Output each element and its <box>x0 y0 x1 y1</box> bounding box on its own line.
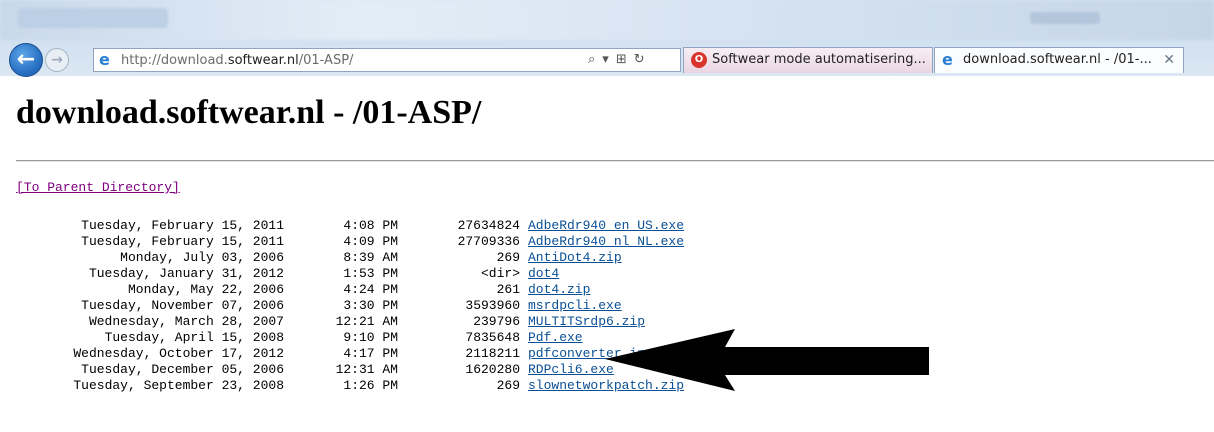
compatibility-view-icon[interactable]: ⊞ <box>616 52 627 67</box>
file-time: 3:30 PM <box>343 298 398 313</box>
file-size: 27709336 <box>457 234 520 249</box>
file-time: 4:08 PM <box>343 218 398 233</box>
file-link[interactable]: RDPcli6.exe <box>528 362 614 377</box>
ie-icon: e <box>99 50 110 69</box>
forward-arrow-icon: → <box>51 52 63 68</box>
url-path: /01-ASP/ <box>298 53 354 68</box>
file-size: 3593960 <box>465 298 520 313</box>
file-date: Monday, July 03, 2006 <box>120 250 284 265</box>
url-domain: softwear.nl <box>227 53 299 68</box>
address-bar[interactable]: e http://download.softwear.nl/01-ASP/ ⌕ ▾… <box>93 48 681 72</box>
dropdown-icon[interactable]: ▾ <box>602 52 609 67</box>
close-icon[interactable]: ✕ <box>1163 48 1175 72</box>
file-time: 4:24 PM <box>343 282 398 297</box>
file-date: Monday, May 22, 2006 <box>127 282 284 297</box>
listing-row: Tuesday, February 15, 2011 4:08 PM 2763482… <box>16 218 739 234</box>
listing-row: Tuesday, February 15, 2011 4:09 PM 2770933… <box>16 234 739 250</box>
annotation-arrow <box>605 329 929 391</box>
file-date: Tuesday, April 15, 2008 <box>104 330 284 345</box>
arrow-shape <box>605 329 929 391</box>
file-link[interactable]: AntiDot4.zip <box>528 250 622 265</box>
address-tools: ⌕ ▾ ⊞ ↻ <box>588 52 652 68</box>
listing-row: Monday, May 22, 2006 4:24 PM 261 dot4.zip <box>16 282 739 298</box>
tab-label: download.softwear.nl - /01-... <box>963 52 1152 67</box>
refresh-icon[interactable]: ↻ <box>634 52 645 67</box>
ie-icon: e <box>942 50 953 69</box>
file-size: 27634824 <box>457 218 520 233</box>
address-url[interactable]: http://download.softwear.nl/01-ASP/ <box>121 53 353 68</box>
title-bar-blurred-label <box>18 8 168 28</box>
back-button[interactable]: ← <box>9 43 43 77</box>
file-date: Tuesday, February 15, 2011 <box>81 218 284 233</box>
page-title: download.softwear.nl - /01-ASP/ <box>16 94 482 131</box>
back-arrow-icon: ← <box>16 47 36 72</box>
browser-chrome: ← → e http://download.softwear.nl/01-ASP… <box>0 0 1214 77</box>
file-link[interactable]: dot4 <box>528 266 559 281</box>
file-date: Tuesday, December 05, 2006 <box>81 362 284 377</box>
listing-row: Tuesday, January 31, 2012 1:53 PM <dir> dot… <box>16 266 739 282</box>
file-size: 261 <box>496 282 520 297</box>
file-time: 12:21 AM <box>335 314 398 329</box>
file-date: Tuesday, January 31, 2012 <box>88 266 284 281</box>
file-date: Tuesday, February 15, 2011 <box>81 234 284 249</box>
file-date: Tuesday, September 23, 2008 <box>73 378 284 393</box>
file-size: 269 <box>496 378 520 393</box>
file-date: Wednesday, October 17, 2012 <box>73 346 284 361</box>
forward-button[interactable]: → <box>45 48 69 72</box>
title-bar <box>0 0 1214 40</box>
parent-directory-link[interactable]: [To Parent Directory] <box>16 180 180 196</box>
tab-download[interactable]: e download.softwear.nl - /01-... ✕ <box>934 47 1184 73</box>
file-time: 4:17 PM <box>343 346 398 361</box>
file-link[interactable]: msrdpcli.exe <box>528 298 622 313</box>
file-size: 269 <box>496 250 520 265</box>
file-time: 12:31 AM <box>335 362 398 377</box>
file-size: <dir> <box>480 266 520 281</box>
divider <box>16 160 1214 162</box>
file-time: 1:26 PM <box>343 378 398 393</box>
listing-row: Monday, July 03, 2006 8:39 AM 269 AntiDot4.… <box>16 250 739 266</box>
tab-label: Softwear mode automatisering... <box>712 52 926 67</box>
tab-softwear[interactable]: O Softwear mode automatisering... <box>683 47 933 73</box>
file-size: 2118211 <box>465 346 520 361</box>
file-time: 8:39 AM <box>343 250 398 265</box>
listing-row: Tuesday, November 07, 2006 3:30 PM 3593960… <box>16 298 739 314</box>
file-link[interactable]: AdbeRdr940_en_US.exe <box>528 218 684 233</box>
file-link[interactable]: AdbeRdr940_nl_NL.exe <box>528 234 684 249</box>
file-time: 1:53 PM <box>343 266 398 281</box>
file-size: 7835648 <box>465 330 520 345</box>
title-bar-blurred-text <box>1030 12 1100 24</box>
file-size: 239796 <box>473 314 520 329</box>
file-time: 9:10 PM <box>343 330 398 345</box>
url-prefix: http://download. <box>121 53 228 68</box>
opera-icon: O <box>691 52 707 68</box>
file-time: 4:09 PM <box>343 234 398 249</box>
file-link[interactable]: Pdf.exe <box>528 330 583 345</box>
search-icon[interactable]: ⌕ <box>588 52 595 67</box>
file-link[interactable]: dot4.zip <box>528 282 590 297</box>
file-size: 1620280 <box>465 362 520 377</box>
file-date: Wednesday, March 28, 2007 <box>88 314 284 329</box>
file-date: Tuesday, November 07, 2006 <box>81 298 284 313</box>
